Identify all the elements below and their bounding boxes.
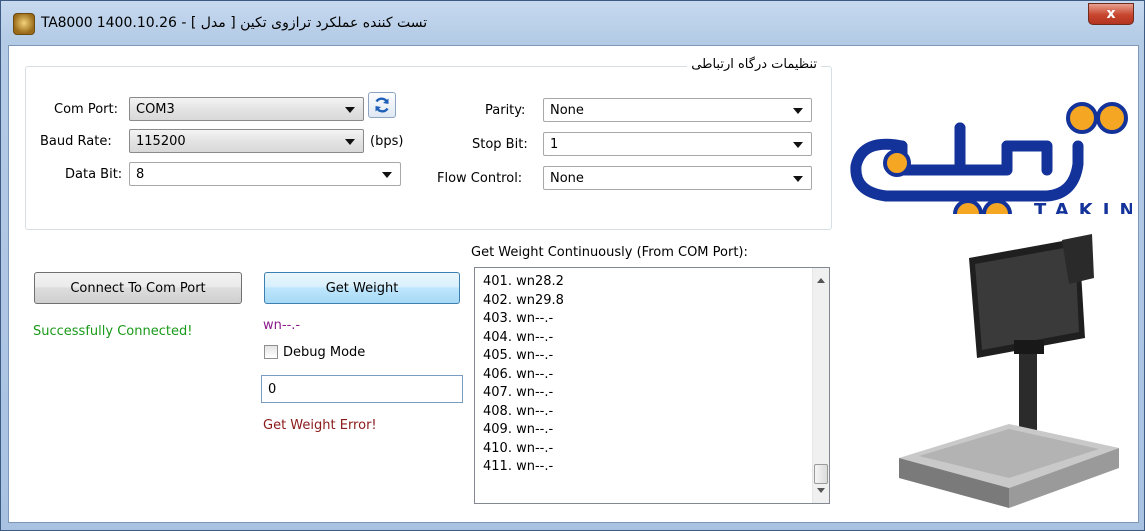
log-line[interactable]: 401. wn28.2 <box>483 273 803 292</box>
parity-select[interactable]: None <box>543 98 812 122</box>
connect-button[interactable]: Connect To Com Port <box>34 272 242 304</box>
chevron-down-icon <box>793 176 803 182</box>
refresh-icon <box>375 97 389 113</box>
log-line[interactable]: 406. wn--.- <box>483 366 803 385</box>
weight-log-list[interactable]: 401. wn28.2 402. wn29.8 403. wn--.- 404. wn… <box>474 267 830 504</box>
log-line[interactable]: 409. wn--.- <box>483 421 803 440</box>
parity-value: None <box>550 103 584 118</box>
logo-text: TAKIN <box>1034 200 1132 214</box>
baud-rate-select[interactable]: 115200 <box>129 129 364 153</box>
window-title: TA8000 تست کننده عملکرد ترازوی تکین [ مد… <box>41 15 428 31</box>
app-window: TA8000 تست کننده عملکرد ترازوی تکین [ مد… <box>0 0 1145 531</box>
flow-control-select[interactable]: None <box>543 166 812 190</box>
scale-product-image <box>899 234 1119 508</box>
com-port-value: COM3 <box>136 102 175 117</box>
connection-status: Successfully Connected! <box>33 324 193 339</box>
scroll-down-icon[interactable] <box>817 488 825 493</box>
weight-input[interactable]: 0 <box>261 375 463 403</box>
com-port-label: Com Port: <box>54 102 118 117</box>
scroll-up-icon[interactable] <box>817 278 825 283</box>
data-bit-value: 8 <box>136 167 145 182</box>
log-line[interactable]: 405. wn--.- <box>483 347 803 366</box>
log-line[interactable]: 410. wn--.- <box>483 440 803 459</box>
weight-error: Get Weight Error! <box>263 418 377 433</box>
baud-rate-value: 115200 <box>136 134 186 149</box>
parity-label: Parity: <box>485 103 526 118</box>
chevron-down-icon <box>345 139 355 145</box>
log-lines: 401. wn28.2 402. wn29.8 403. wn--.- 404. wn… <box>483 273 803 477</box>
scroll-thumb[interactable] <box>814 464 828 484</box>
stop-bit-select[interactable]: 1 <box>543 132 812 156</box>
log-line[interactable]: 402. wn29.8 <box>483 292 803 311</box>
log-line[interactable]: 404. wn--.- <box>483 329 803 348</box>
log-line[interactable]: 407. wn--.- <box>483 384 803 403</box>
get-weight-button[interactable]: Get Weight <box>264 272 460 304</box>
close-button[interactable]: x <box>1088 3 1134 25</box>
baud-rate-label: Baud Rate: <box>40 134 112 149</box>
title-bar[interactable]: TA8000 تست کننده عملکرد ترازوی تکین [ مد… <box>1 1 1144 45</box>
weight-input-value: 0 <box>268 382 277 397</box>
refresh-ports-button[interactable] <box>368 92 396 118</box>
takin-logo: TAKIN <box>850 102 1132 214</box>
chevron-down-icon <box>345 107 355 113</box>
baud-unit-label: (bps) <box>370 134 404 149</box>
raw-weight-value: wn--.- <box>263 318 301 333</box>
group-legend: تنظیمات درگاه ارتباطی <box>687 57 821 72</box>
log-title: Get Weight Continuously (From COM Port): <box>471 245 748 260</box>
com-port-select[interactable]: COM3 <box>129 97 364 121</box>
debug-mode-label[interactable]: Debug Mode <box>283 345 365 360</box>
stop-bit-label: Stop Bit: <box>472 137 528 152</box>
client-area: تنظیمات درگاه ارتباطی Com Port: COM3 Bau… <box>8 45 1139 523</box>
log-line[interactable]: 403. wn--.- <box>483 310 803 329</box>
data-bit-label: Data Bit: <box>65 167 123 182</box>
stop-bit-value: 1 <box>550 137 559 152</box>
data-bit-select[interactable]: 8 <box>129 162 401 186</box>
flow-control-value: None <box>550 171 584 186</box>
log-line[interactable]: 411. wn--.- <box>483 458 803 477</box>
debug-mode-checkbox[interactable] <box>264 345 278 359</box>
chevron-down-icon <box>793 142 803 148</box>
flow-control-label: Flow Control: <box>437 171 523 186</box>
log-scrollbar[interactable] <box>812 268 829 503</box>
app-icon <box>13 13 35 35</box>
log-line[interactable]: 408. wn--.- <box>483 403 803 422</box>
chevron-down-icon <box>793 108 803 114</box>
chevron-down-icon <box>382 172 392 178</box>
